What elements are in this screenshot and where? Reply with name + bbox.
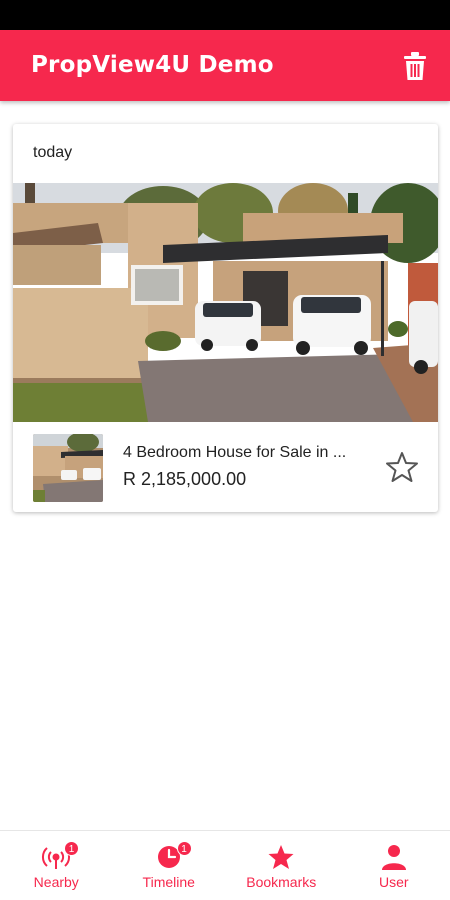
nav-item-nearby[interactable]: 1 Nearby xyxy=(0,831,113,900)
app-bar: PropView4U Demo xyxy=(0,30,450,101)
nav-label-timeline: Timeline xyxy=(142,874,195,890)
listing-card[interactable]: today 4 Bedroom House for Sale in ... R … xyxy=(13,124,438,512)
bottom-navigation: 1 Nearby 1 Timeline Bookmarks User xyxy=(0,830,450,900)
listing-price: R 2,185,000.00 xyxy=(123,469,247,489)
star-icon xyxy=(268,845,294,869)
nav-label-bookmarks: Bookmarks xyxy=(246,874,317,890)
nearby-badge: 1 xyxy=(64,841,79,856)
nav-item-timeline[interactable]: 1 Timeline xyxy=(113,831,226,900)
star-outline-icon[interactable] xyxy=(385,450,419,484)
nav-label-user: User xyxy=(378,874,409,890)
listing-thumbnail[interactable] xyxy=(33,434,103,502)
user-icon xyxy=(381,845,406,870)
card-date: today xyxy=(33,144,73,161)
timeline-badge: 1 xyxy=(176,841,192,856)
trash-icon[interactable] xyxy=(400,50,430,82)
nav-item-user[interactable]: User xyxy=(338,831,450,900)
nav-label-nearby: Nearby xyxy=(33,874,79,890)
app-title: PropView4U Demo xyxy=(31,52,274,78)
property-photo[interactable] xyxy=(13,183,438,422)
status-bar xyxy=(0,0,450,30)
listing-title[interactable]: 4 Bedroom House for Sale in ... xyxy=(123,444,368,462)
nav-item-bookmarks[interactable]: Bookmarks xyxy=(225,831,338,900)
